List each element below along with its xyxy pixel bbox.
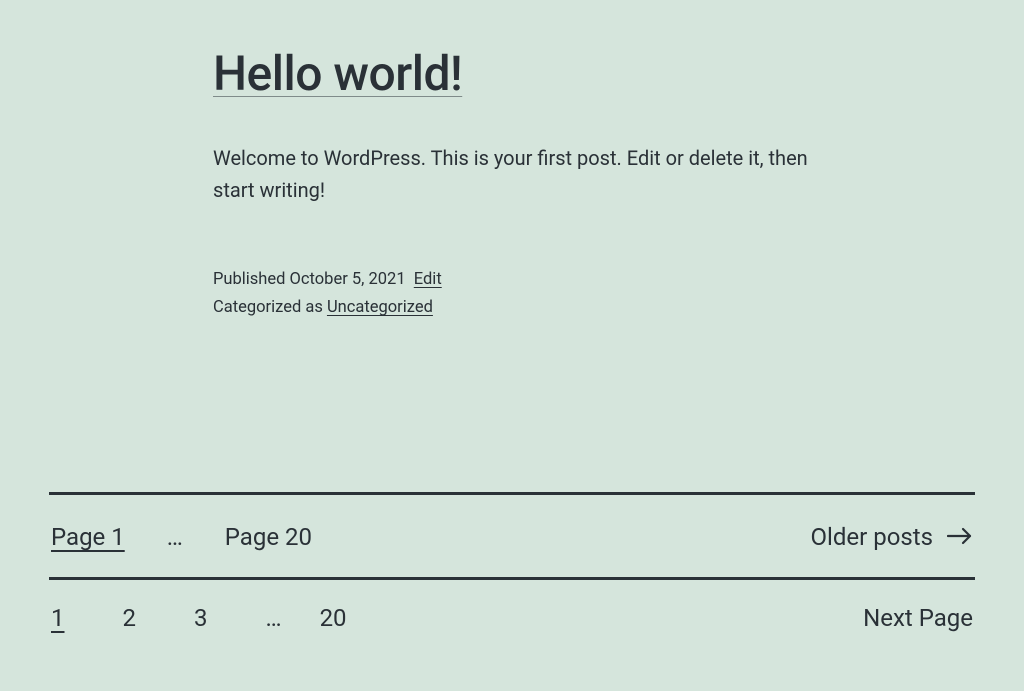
pagination-current-page[interactable]: Page 1 bbox=[51, 523, 125, 551]
pagination-ellipsis: … bbox=[167, 523, 183, 551]
categorized-prefix: Categorized as bbox=[213, 298, 327, 317]
post-excerpt: Welcome to WordPress. This is your first… bbox=[213, 142, 833, 206]
arrow-right-icon bbox=[947, 525, 973, 549]
published-date: October 5, 2021 bbox=[290, 270, 406, 289]
older-posts-link[interactable]: Older posts bbox=[811, 523, 973, 551]
older-posts-label: Older posts bbox=[811, 523, 933, 551]
post-meta: Published October 5, 2021 Edit Categoriz… bbox=[213, 266, 833, 322]
published-line: Published October 5, 2021 Edit bbox=[213, 266, 833, 294]
category-link[interactable]: Uncategorized bbox=[327, 298, 433, 317]
pagination-ellipsis: … bbox=[266, 604, 282, 632]
category-line: Categorized as Uncategorized bbox=[213, 294, 833, 322]
post-article: Hello world! Welcome to WordPress. This … bbox=[213, 0, 833, 322]
page-num-1[interactable]: 1 bbox=[51, 604, 65, 632]
pagination-last-page[interactable]: Page 20 bbox=[225, 523, 312, 551]
post-title: Hello world! bbox=[213, 45, 833, 102]
page-num-2[interactable]: 2 bbox=[123, 604, 137, 632]
page-num-3[interactable]: 3 bbox=[194, 604, 208, 632]
pagination-wordform: Page 1 … Page 20 Older posts bbox=[49, 492, 975, 580]
next-page-link[interactable]: Next Page bbox=[863, 604, 973, 632]
post-title-link[interactable]: Hello world! bbox=[213, 45, 462, 102]
pagination-numeric: 1 2 3 … 20 Next Page bbox=[49, 580, 975, 632]
page-num-20[interactable]: 20 bbox=[320, 604, 347, 632]
published-prefix: Published bbox=[213, 270, 290, 289]
edit-link[interactable]: Edit bbox=[414, 270, 442, 289]
